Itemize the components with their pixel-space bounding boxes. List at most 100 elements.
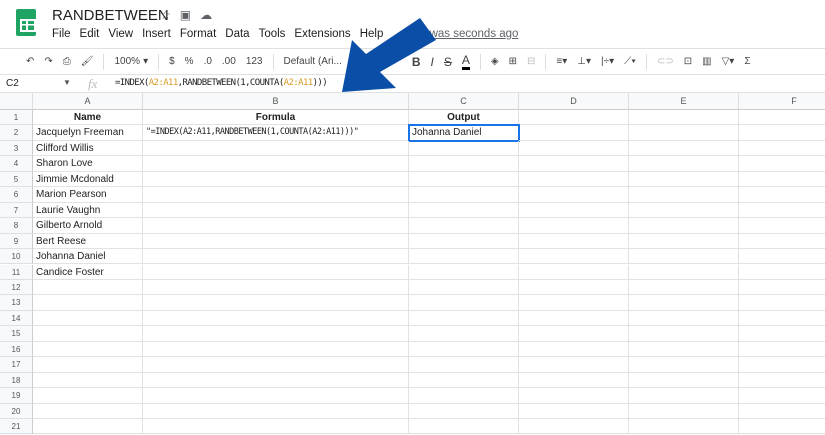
cell[interactable] [739,357,825,373]
cell[interactable] [629,403,739,419]
name-cell[interactable]: Candice Foster [33,264,143,280]
cell[interactable] [409,249,519,265]
row-header-12[interactable]: 12 [0,279,33,296]
cell[interactable] [739,249,825,265]
star-icon[interactable]: ☆ [160,8,171,22]
cell[interactable] [409,295,519,311]
cell[interactable] [739,388,825,404]
paint-format-icon[interactable]: 🖌 [81,56,94,67]
zoom-select[interactable]: 100% [114,56,140,67]
cell[interactable] [409,372,519,389]
cell[interactable] [739,141,825,157]
cell[interactable] [739,265,825,280]
font-select[interactable]: Default (Ari... [284,56,342,67]
print-icon[interactable]: ⎙ [63,56,71,67]
cell[interactable] [143,218,409,234]
cell[interactable] [629,295,739,311]
cell[interactable] [409,419,519,435]
wrap-icon[interactable]: |÷▾ [601,56,614,67]
cell[interactable] [409,202,519,219]
row-header-1[interactable]: 1 [0,110,33,126]
cell[interactable] [739,203,825,219]
cell[interactable] [519,295,629,311]
name-cell[interactable]: Johanna Daniel [33,249,143,265]
cell[interactable] [519,233,629,250]
name-cell[interactable]: Clifford Willis [33,140,143,157]
cell[interactable] [629,218,739,234]
cell[interactable] [519,372,629,389]
column-header-a[interactable]: A [33,93,143,110]
cell[interactable] [629,388,739,404]
valign-icon[interactable]: ⊥▾ [577,56,591,67]
more-formats-button[interactable]: 123 [246,56,263,67]
column-header-d[interactable]: D [519,93,629,110]
row-header-17[interactable]: 17 [0,357,33,373]
rotate-icon[interactable]: ⟋▾ [624,56,636,67]
cell[interactable] [519,171,629,188]
cell[interactable] [739,373,825,389]
row-header-14[interactable]: 14 [0,310,33,327]
cell[interactable] [143,233,409,250]
column-header-e[interactable]: E [629,93,739,110]
cell[interactable] [629,156,739,172]
fill-color-icon[interactable]: ◈ [491,56,499,67]
cell[interactable] [739,234,825,250]
cell[interactable] [629,187,739,203]
cell[interactable] [33,419,143,435]
align-icon[interactable]: ≡▾ [556,56,567,67]
cell[interactable] [629,326,739,342]
cell[interactable] [33,372,143,389]
cell[interactable] [519,388,629,404]
formula-text-cell[interactable]: "=INDEX(A2:A11,RANDBETWEEN(1,COUNTA(A2:A… [143,125,409,141]
cell[interactable] [33,295,143,311]
cell[interactable] [409,233,519,250]
cell[interactable] [143,156,409,172]
row-header-5[interactable]: 5 [0,171,33,188]
cell[interactable] [143,295,409,311]
row-header-11[interactable]: 11 [0,264,33,280]
output-cell[interactable]: Johanna Daniel [408,124,520,142]
cell[interactable] [629,264,739,280]
name-cell[interactable]: Jacquelyn Freeman [33,125,143,141]
link-icon[interactable]: ⊂⊃ [657,56,674,67]
row-header-13[interactable]: 13 [0,295,33,311]
row-header-9[interactable]: 9 [0,233,33,250]
cell[interactable] [409,218,519,234]
name-box[interactable]: C2 [6,78,19,89]
cell[interactable] [519,264,629,280]
cell[interactable] [629,171,739,188]
row-header-10[interactable]: 10 [0,249,33,265]
filter-icon[interactable]: ▽▾ [722,56,735,67]
cell[interactable] [629,125,739,141]
cell[interactable] [739,311,825,327]
menu-format[interactable]: Format [180,28,216,40]
decrease-decimal-button[interactable]: .0 [204,56,212,67]
cell[interactable] [143,264,409,280]
move-folder-icon[interactable]: ▣ [180,8,191,22]
functions-icon[interactable]: Σ [744,56,750,67]
row-header-20[interactable]: 20 [0,403,33,419]
cell[interactable] [629,140,739,157]
sheets-logo[interactable] [16,9,36,36]
name-cell[interactable]: Bert Reese [33,233,143,250]
cell[interactable] [519,218,629,234]
cell[interactable] [739,280,825,296]
cell[interactable] [33,341,143,358]
cell[interactable] [409,341,519,358]
cell[interactable] [143,419,409,435]
doc-title[interactable]: RANDBETWEEN [52,7,169,24]
cell[interactable] [739,326,825,342]
cell[interactable] [409,310,519,327]
cell[interactable] [409,357,519,373]
menu-data[interactable]: Data [225,28,249,40]
row-header-2[interactable]: 2 [0,125,33,141]
redo-icon[interactable]: ↷ [44,56,52,67]
cell[interactable] [739,342,825,358]
cell[interactable] [629,357,739,373]
cell[interactable] [629,279,739,296]
cell[interactable] [629,249,739,265]
cell[interactable] [33,326,143,342]
cell[interactable] [409,264,519,280]
row-header-7[interactable]: 7 [0,202,33,219]
cell[interactable] [629,372,739,389]
